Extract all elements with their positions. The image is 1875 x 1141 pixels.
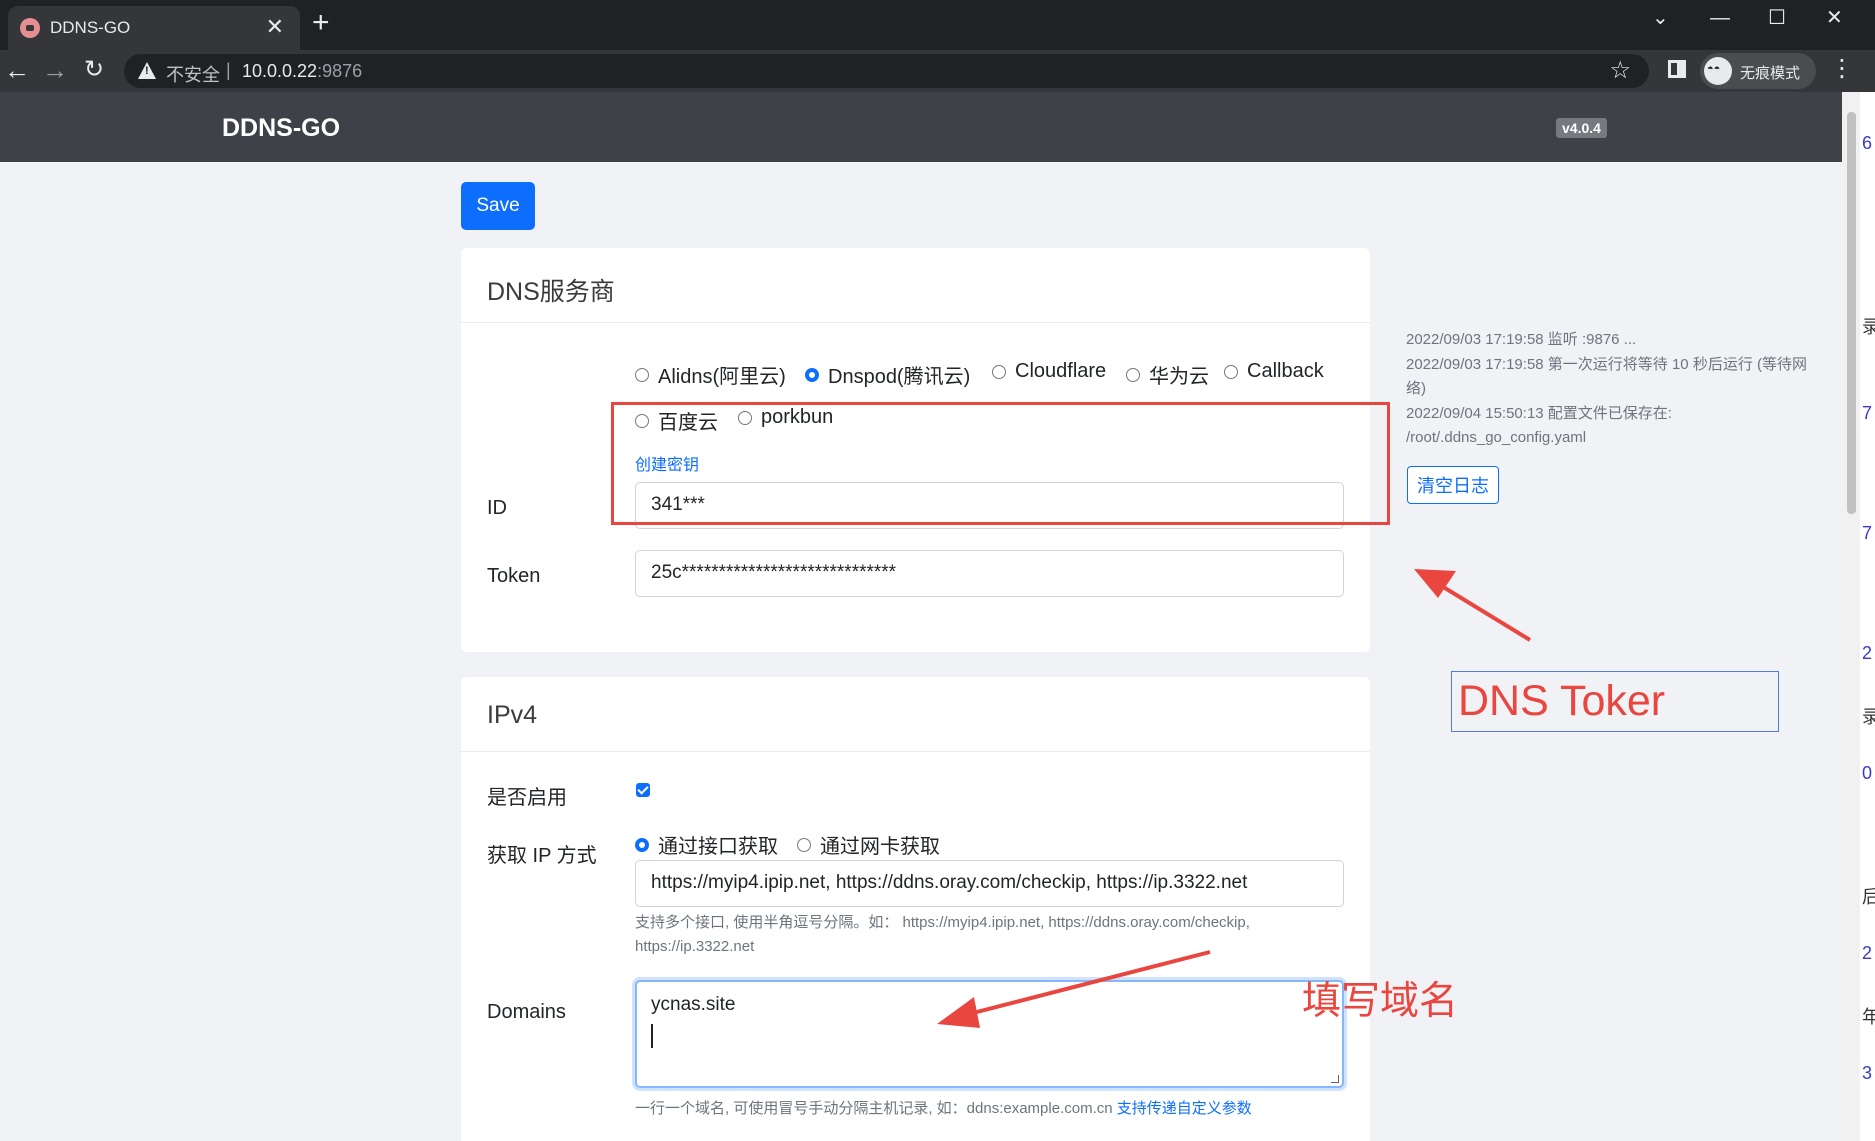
- arrow-to-domains: [937, 950, 1211, 1028]
- arrow-to-token-box: [1414, 569, 1532, 642]
- annotation-arrows: [937, 569, 1532, 1028]
